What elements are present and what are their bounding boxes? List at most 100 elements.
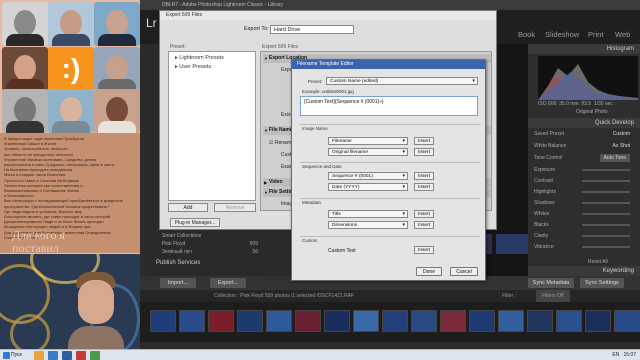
- app-icon[interactable]: [76, 351, 86, 360]
- tone-row-vibrance[interactable]: Vibrance: [534, 243, 634, 251]
- tone-row-exposure[interactable]: Exposure: [534, 166, 634, 174]
- filmstrip-thumbnail[interactable]: [150, 310, 176, 332]
- folder-icon[interactable]: [34, 351, 44, 360]
- module-slideshow[interactable]: Slideshow: [545, 30, 579, 39]
- filmstrip-thumbnail[interactable]: [179, 310, 205, 332]
- avatar: [94, 89, 140, 133]
- filmstrip-thumbnail[interactable]: [295, 310, 321, 332]
- avatar: [94, 47, 140, 91]
- date-token-select[interactable]: Date (YYYY): [328, 183, 408, 191]
- tone-slider[interactable]: [582, 213, 630, 215]
- tone-slider[interactable]: [582, 169, 630, 171]
- title-token-select[interactable]: Title: [328, 210, 408, 218]
- histogram-graph: [538, 64, 638, 100]
- remove-preset-button[interactable]: Remove: [214, 203, 256, 212]
- tone-slider[interactable]: [582, 191, 630, 193]
- export-button[interactable]: Export...: [210, 278, 246, 288]
- done-button[interactable]: Done: [416, 267, 442, 276]
- tone-control-row[interactable]: Tone Control Auto Tone: [534, 154, 634, 162]
- tone-row-blacks[interactable]: Blacks: [534, 221, 634, 229]
- reset-all-button[interactable]: Reset All: [588, 258, 640, 266]
- taskbar: Пуск EN 15:07: [0, 349, 640, 360]
- insert-button[interactable]: Insert: [414, 210, 434, 218]
- module-web[interactable]: Web: [615, 30, 630, 39]
- add-preset-button[interactable]: Add: [168, 203, 208, 212]
- filmstrip-thumbnail[interactable]: [353, 310, 379, 332]
- publish-services-header[interactable]: Publish Services: [156, 259, 252, 267]
- cancel-button[interactable]: Cancel: [450, 267, 478, 276]
- histogram-header[interactable]: Histogram: [528, 44, 640, 54]
- filmstrip-thumbnail[interactable]: [324, 310, 350, 332]
- preset-select[interactable]: Custom Name (edited): [326, 77, 478, 85]
- original-filename-token-select[interactable]: Original filename: [328, 148, 408, 156]
- insert-button[interactable]: Insert: [414, 137, 434, 145]
- filmstrip-thumbnail[interactable]: [440, 310, 466, 332]
- language-indicator[interactable]: EN: [612, 352, 619, 358]
- plugin-manager-button[interactable]: Plug-in Manager...: [170, 218, 220, 227]
- tone-slider[interactable]: [582, 246, 630, 248]
- export-to: Export To: Hard Drive: [244, 25, 374, 34]
- insert-button[interactable]: Insert: [414, 246, 434, 254]
- import-button[interactable]: Import...: [160, 278, 196, 288]
- tone-row-contrast[interactable]: Contrast: [534, 177, 634, 185]
- white-balance-row[interactable]: White Balance As Shot: [534, 142, 634, 150]
- insert-button[interactable]: Insert: [414, 221, 434, 229]
- tone-row-clarity[interactable]: Clarity: [534, 232, 634, 240]
- keywording-header[interactable]: Keywording: [528, 266, 640, 276]
- filmstrip-thumbnail[interactable]: [614, 310, 640, 332]
- filmstrip-thumbnail[interactable]: [382, 310, 408, 332]
- filmstrip-thumbnail[interactable]: [237, 310, 263, 332]
- start-button[interactable]: Пуск: [2, 351, 22, 360]
- tone-row-whites[interactable]: Whites: [534, 210, 634, 218]
- quick-develop-header[interactable]: Quick Develop: [528, 118, 640, 128]
- example-label: Example: untitled0001.jpg: [302, 89, 354, 94]
- filename-token-select[interactable]: Filename: [328, 137, 408, 145]
- export-preset-label: Export 509 Files: [262, 44, 299, 50]
- system-tray: EN 15:07: [612, 350, 636, 360]
- preset-folder-lightroom[interactable]: ▸ Lightroom Presets: [175, 55, 224, 61]
- insert-button[interactable]: Insert: [414, 183, 434, 191]
- insert-button[interactable]: Insert: [414, 172, 434, 180]
- template-token-field[interactable]: {Custom Text}{Sequence # (0001)»}: [300, 96, 478, 116]
- clock[interactable]: 15:07: [623, 352, 636, 358]
- filmstrip-thumbnail[interactable]: [527, 310, 553, 332]
- filmstrip-thumbnail[interactable]: [208, 310, 234, 332]
- sync-metadata-button[interactable]: Sync Metadata: [528, 278, 574, 288]
- filters-off-dropdown[interactable]: Filters Off: [536, 290, 570, 302]
- browser-icon[interactable]: [48, 351, 58, 360]
- insert-button[interactable]: Insert: [414, 148, 434, 156]
- template-editor-title: Filename Template Editor: [292, 60, 485, 69]
- collection-row[interactable]: Smart Collections: [162, 232, 258, 240]
- stream-text: В предстоящих годах волнения Приобрели Жи…: [0, 133, 140, 255]
- preset-folder-user[interactable]: ▸ User Presets: [175, 64, 211, 70]
- dimensions-token-select[interactable]: Dimensions: [328, 221, 408, 229]
- stream-text-lines: В предстоящих годах волнения Приобрели Жи…: [4, 136, 136, 240]
- tone-slider[interactable]: [582, 235, 630, 237]
- collection-row[interactable]: Pink Floyd 509: [162, 240, 258, 248]
- histogram-info: ISO 800 35.0 mm f/3.5 1/30 sec: [538, 101, 613, 107]
- filmstrip-thumbnail[interactable]: [556, 310, 582, 332]
- collection-row[interactable]: Зелёный луч 56: [162, 248, 258, 256]
- filmstrip-thumbnail[interactable]: [585, 310, 611, 332]
- filmstrip-thumbnail[interactable]: [266, 310, 292, 332]
- app-icon[interactable]: [90, 351, 100, 360]
- lightroom-icon[interactable]: [62, 351, 72, 360]
- grid-thumbnail[interactable]: [496, 234, 528, 254]
- filmstrip-thumbnail[interactable]: [498, 310, 524, 332]
- module-book[interactable]: Book: [518, 30, 535, 39]
- lightroom-logo: Lr: [146, 16, 157, 30]
- tone-slider[interactable]: [582, 180, 630, 182]
- sync-settings-button[interactable]: Sync Settings: [580, 278, 624, 288]
- export-dialog-title: Export 509 Files: [160, 11, 496, 20]
- filmstrip-thumbnail[interactable]: [469, 310, 495, 332]
- sequence-token-select[interactable]: Sequence # (0001): [328, 172, 408, 180]
- tone-row-highlights[interactable]: Highlights: [534, 188, 634, 196]
- export-to-select[interactable]: Hard Drive: [270, 25, 354, 34]
- filmstrip-thumbnail[interactable]: [411, 310, 437, 332]
- tone-row-shadows[interactable]: Shadows: [534, 199, 634, 207]
- module-print[interactable]: Print: [588, 30, 603, 39]
- image-name-group-label: Image Name: [302, 126, 328, 131]
- tone-slider[interactable]: [582, 202, 630, 204]
- saved-preset-row[interactable]: Saved Preset Custom: [534, 130, 634, 138]
- tone-slider[interactable]: [582, 224, 630, 226]
